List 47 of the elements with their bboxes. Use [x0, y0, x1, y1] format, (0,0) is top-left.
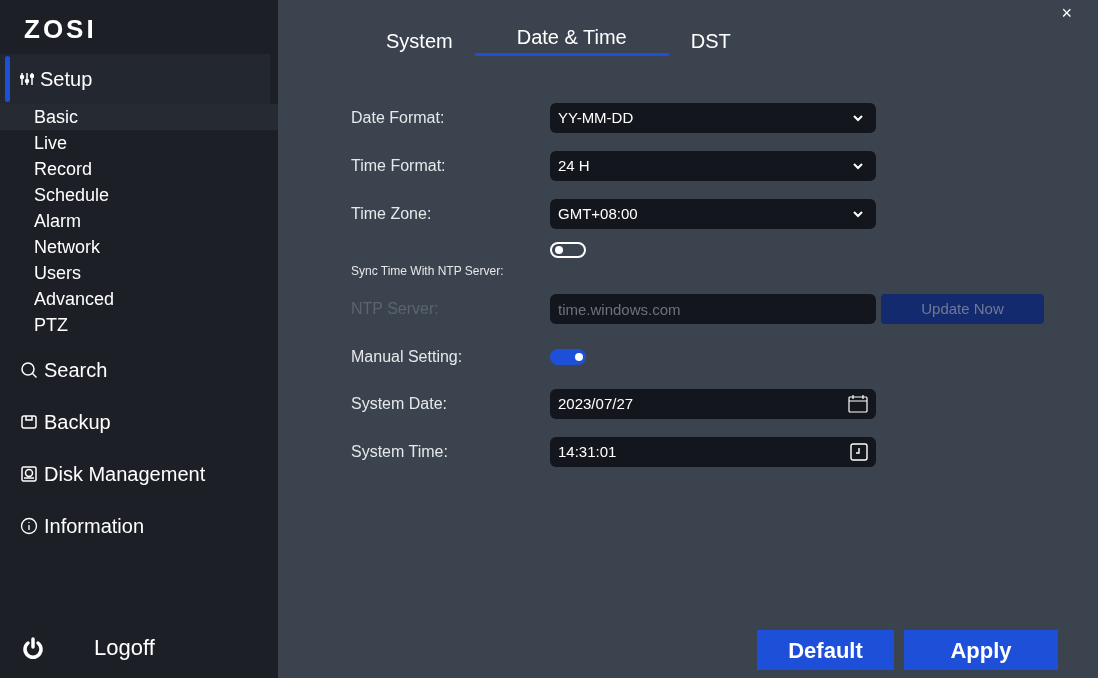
field-label: System Date: [351, 394, 449, 414]
apply-button[interactable]: Apply [904, 630, 1058, 670]
logoff-button[interactable]: Logoff [22, 631, 155, 664]
submenu-item[interactable]: Network [0, 234, 278, 260]
submenu-item[interactable]: Live [0, 130, 278, 156]
logo: ZOSI [23, 13, 98, 46]
sidebar-item[interactable]: Setup [0, 54, 270, 104]
submenu-item[interactable]: Alarm [0, 208, 278, 234]
floppy-icon [20, 413, 38, 431]
clock-icon [850, 443, 868, 461]
tab[interactable]: Date & Time [474, 22, 669, 56]
dropdown[interactable]: 24 H [550, 151, 876, 181]
toggle-switch[interactable] [550, 242, 586, 258]
submenu-item[interactable]: Advanced [0, 286, 278, 312]
close-button[interactable]: × [1061, 4, 1072, 22]
sliders-icon [20, 72, 34, 86]
tab[interactable]: System [364, 22, 475, 56]
active-indicator [5, 56, 10, 102]
submenu-item[interactable]: Record [0, 156, 278, 182]
date-field[interactable]: 2023/07/27 [550, 389, 876, 419]
sidebar-item[interactable]: Information [0, 500, 278, 552]
field-label: Time Format: [351, 156, 447, 176]
field-label: Date Format: [351, 108, 446, 128]
chevron-down-icon [852, 162, 864, 170]
field-label: Time Zone: [351, 204, 433, 224]
field-label: Sync Time With NTP Server: [351, 263, 505, 280]
sidebar-item[interactable]: Disk Management [0, 448, 278, 500]
toggle-switch[interactable] [550, 348, 586, 365]
time-field[interactable]: 14:31:01 [550, 437, 876, 467]
tab[interactable]: DST [668, 22, 753, 56]
field-label: System Time: [351, 442, 449, 462]
dropdown[interactable]: YY-MM-DD [550, 103, 876, 133]
power-icon [22, 636, 44, 659]
submenu-item[interactable]: PTZ [0, 312, 278, 338]
field-label: Manual Setting: [351, 346, 464, 367]
sidebar-item[interactable]: Search [0, 344, 278, 396]
search-icon [20, 361, 38, 379]
dropdown[interactable]: GMT+08:00 [550, 199, 876, 229]
default-button[interactable]: Default [757, 630, 894, 670]
calendar-icon [848, 395, 868, 413]
submenu-item[interactable]: Schedule [0, 182, 278, 208]
submenu-item[interactable]: Basic [0, 104, 278, 130]
chevron-down-icon [852, 114, 864, 122]
chevron-down-icon [852, 210, 864, 218]
info-icon [20, 517, 38, 535]
sidebar-item[interactable]: Backup [0, 396, 278, 448]
submenu-item[interactable]: Users [0, 260, 278, 286]
